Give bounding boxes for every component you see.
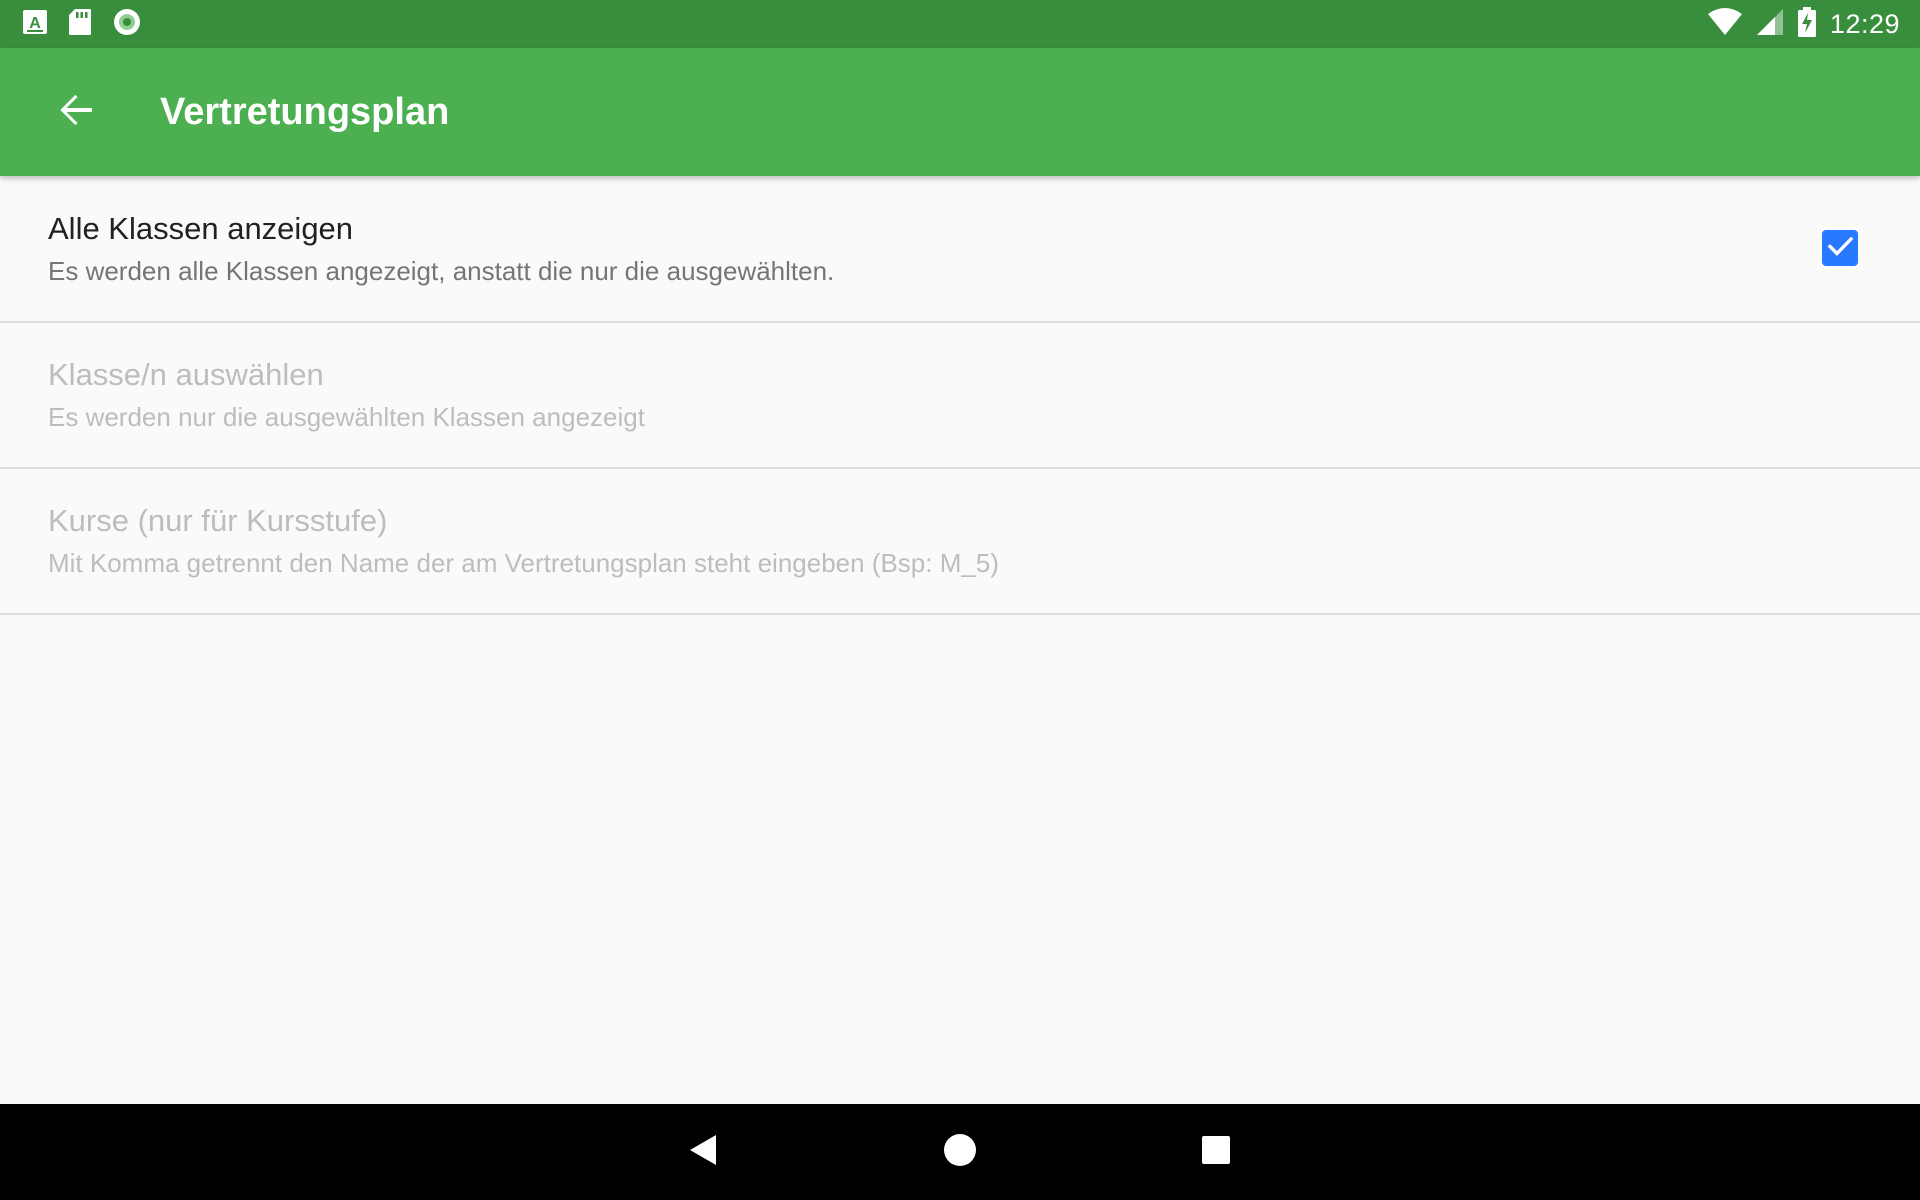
- preference-summary: Es werden alle Klassen angezeigt, anstat…: [48, 256, 835, 286]
- svg-text:A: A: [29, 15, 41, 32]
- checkmark-icon: [1825, 231, 1855, 266]
- nav-back-button[interactable]: [672, 1120, 736, 1184]
- navigation-bar: [0, 1104, 1920, 1200]
- cell-signal-icon: [1756, 8, 1784, 41]
- preference-courses: Kurse (nur für Kursstufe) Mit Komma getr…: [0, 469, 1920, 615]
- wifi-icon: [1707, 7, 1742, 41]
- nav-recents-icon: [1200, 1134, 1232, 1171]
- app-bar: Vertretungsplan: [0, 48, 1920, 176]
- settings-screen: A 12:29 Vertretungsplan Alle Klassen anz…: [0, 0, 1920, 1200]
- page-title: Vertretungsplan: [160, 91, 450, 133]
- nav-home-icon: [942, 1132, 978, 1173]
- preference-select-classes: Klasse/n auswählen Es werden nur die aus…: [0, 323, 1920, 469]
- show-all-classes-checkbox[interactable]: [1822, 230, 1858, 266]
- preference-show-all-classes[interactable]: Alle Klassen anzeigen Es werden alle Kla…: [0, 177, 1920, 323]
- arrow-back-icon: [56, 90, 96, 135]
- nav-recents-button[interactable]: [1184, 1120, 1248, 1184]
- back-button[interactable]: [40, 76, 112, 148]
- sd-card-icon: [68, 8, 92, 41]
- status-system-icons: 12:29: [1707, 0, 1900, 48]
- preference-list: Alle Klassen anzeigen Es werden alle Kla…: [0, 177, 1920, 615]
- status-time: 12:29: [1829, 8, 1900, 39]
- status-bar: A 12:29: [0, 0, 1920, 48]
- preference-summary: Mit Komma getrennt den Name der am Vertr…: [48, 548, 999, 578]
- record-circle-icon: [112, 7, 142, 42]
- preference-title: Alle Klassen anzeigen: [48, 211, 354, 246]
- battery-charging-icon: [1797, 6, 1816, 42]
- preference-summary: Es werden nur die ausgewählten Klassen a…: [48, 402, 645, 432]
- nav-home-button[interactable]: [928, 1120, 992, 1184]
- status-notification-icons: A: [22, 7, 142, 42]
- preference-title: Kurse (nur für Kursstufe): [48, 503, 388, 538]
- preference-title: Klasse/n auswählen: [48, 357, 324, 392]
- nav-back-icon: [686, 1132, 722, 1173]
- a-notification-icon: A: [22, 9, 48, 40]
